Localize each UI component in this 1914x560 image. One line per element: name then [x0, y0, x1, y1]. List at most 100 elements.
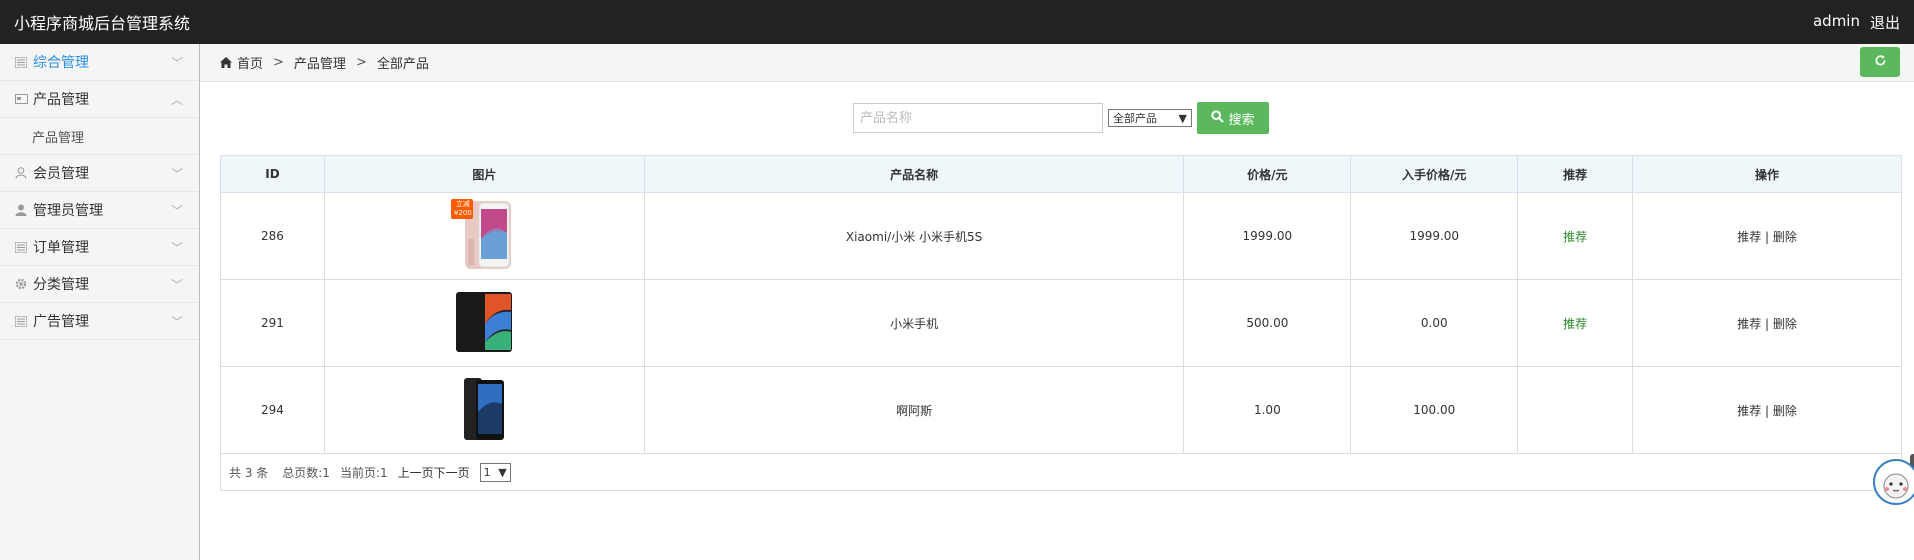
page-select[interactable]: 1 ▼ — [479, 462, 511, 482]
product-table: ID 图片 产品名称 价格/元 入手价格/元 推荐 操作 286 立减 ¥200… — [220, 155, 1902, 491]
sidebar: 综合管理 ﹀ 产品管理 ︿ 产品管理 会员管理 ﹀ 管理员管理 ﹀ 订单管理 ﹀… — [0, 44, 200, 560]
logout-link[interactable]: 退出 — [1870, 12, 1900, 33]
search-input[interactable] — [853, 103, 1103, 133]
ops-separator: | — [1765, 229, 1770, 244]
promo-badge-bottom: ¥200 — [453, 208, 472, 217]
table-header-row: ID 图片 产品名称 价格/元 入手价格/元 推荐 操作 — [220, 155, 1902, 193]
table-row: 291 小米手机 500.00 0.00 推荐 推荐 | 删除 — [220, 279, 1902, 367]
product-image[interactable]: 立减 ¥200 — [451, 198, 517, 274]
category-select[interactable]: 全部产品 ▼ — [1108, 109, 1192, 127]
sidebar-item-label: 会员管理 — [33, 166, 89, 182]
breadcrumb-separator: > — [355, 55, 367, 70]
recommend-link[interactable]: 推荐 — [1737, 230, 1761, 244]
pager-prev-next[interactable]: 上一页下一页 — [398, 464, 470, 481]
refresh-button[interactable] — [1860, 47, 1900, 77]
chevron-down-icon: ﹀ — [170, 314, 183, 329]
column-header-name[interactable]: 产品名称 — [643, 155, 1185, 193]
sidebar-item-label: 管理员管理 — [33, 203, 103, 219]
cell-image: 立减 ¥200 — [323, 192, 645, 280]
sidebar-item-orders[interactable]: 订单管理 ﹀ — [0, 229, 199, 266]
username-link[interactable]: admin — [1813, 12, 1860, 33]
table-row: 286 立减 ¥200 Xiaomi/小米 小米手机5S 1999.00 199… — [220, 192, 1902, 280]
cell-recommend: 推荐 — [1517, 192, 1634, 280]
column-header-price[interactable]: 价格/元 — [1183, 155, 1352, 193]
cell-name: Xiaomi/小米 小米手机5S — [643, 192, 1185, 280]
sidebar-item-admins[interactable]: 管理员管理 ﹀ — [0, 192, 199, 229]
main-content: 首页 > 产品管理 > 全部产品 全部产品 ▼ 搜索 — [200, 44, 1914, 560]
product-image[interactable] — [462, 376, 506, 445]
search-icon — [1211, 109, 1225, 127]
sidebar-item-label: 广告管理 — [33, 314, 89, 330]
chevron-down-icon: ﹀ — [170, 166, 183, 181]
breadcrumb-all-products: 全部产品 — [376, 57, 429, 72]
cell-in-price: 1999.00 — [1350, 192, 1519, 280]
delete-link[interactable]: 删除 — [1773, 404, 1797, 418]
caret-down-icon: ▼ — [1178, 111, 1187, 125]
cell-name: 小米手机 — [643, 279, 1185, 367]
caret-down-icon: ▼ — [498, 465, 507, 479]
breadcrumb-home[interactable]: 首页 — [237, 53, 263, 72]
sidebar-item-label: 综合管理 — [33, 55, 89, 71]
cell-id: 294 — [220, 366, 325, 454]
top-bar: 小程序商城后台管理系统 admin 退出 — [0, 0, 1914, 44]
column-header-image: 图片 — [323, 155, 645, 193]
user-outline-icon — [14, 167, 28, 179]
chevron-down-icon: ﹀ — [170, 55, 183, 70]
mascot-icon — [1870, 454, 1914, 510]
cell-ops: 推荐 | 删除 — [1632, 279, 1902, 367]
cell-image — [323, 279, 645, 367]
chevron-down-icon: ﹀ — [170, 240, 183, 255]
pager-current: 当前页:1 — [339, 465, 388, 480]
cell-id: 286 — [220, 192, 325, 280]
search-button[interactable]: 搜索 — [1197, 102, 1269, 134]
list-icon — [14, 56, 28, 68]
sidebar-item-label: 订单管理 — [33, 240, 89, 256]
product-image[interactable] — [455, 290, 513, 357]
delete-link[interactable]: 删除 — [1773, 230, 1797, 244]
refresh-icon — [1874, 54, 1887, 71]
card-icon — [14, 93, 28, 105]
user-icon — [14, 204, 28, 216]
cell-recommend: 推荐 — [1517, 279, 1634, 367]
promo-badge: 立减 ¥200 — [452, 200, 473, 218]
floating-assistant-widget[interactable] — [1870, 454, 1914, 506]
cell-price: 500.00 — [1183, 279, 1352, 367]
cell-name: 啊阿斯 — [643, 366, 1185, 454]
app-title: 小程序商城后台管理系统 — [14, 14, 191, 33]
cell-price: 1.00 — [1183, 366, 1352, 454]
sidebar-subitem-product-manage[interactable]: 产品管理 — [0, 118, 199, 155]
cell-in-price: 100.00 — [1350, 366, 1519, 454]
page-select-value: 1 — [483, 465, 491, 479]
category-select-value: 全部产品 — [1113, 112, 1157, 125]
cell-in-price: 0.00 — [1350, 279, 1519, 367]
delete-link[interactable]: 删除 — [1773, 317, 1797, 331]
chevron-down-icon: ﹀ — [170, 203, 183, 218]
breadcrumb-products[interactable]: 产品管理 — [294, 53, 346, 72]
sidebar-item-ads[interactable]: 广告管理 ﹀ — [0, 303, 199, 340]
cell-recommend — [1517, 366, 1634, 454]
recommend-link[interactable]: 推荐 — [1737, 317, 1761, 331]
sidebar-item-members[interactable]: 会员管理 ﹀ — [0, 155, 199, 192]
recommend-link[interactable]: 推荐 — [1737, 404, 1761, 418]
sidebar-item-general[interactable]: 综合管理 ﹀ — [0, 44, 199, 81]
user-area: admin 退出 — [1813, 12, 1900, 33]
gear-icon — [14, 278, 28, 290]
breadcrumb: 首页 > 产品管理 > 全部产品 — [200, 44, 1914, 82]
search-button-label: 搜索 — [1228, 112, 1255, 128]
cell-ops: 推荐 | 删除 — [1632, 192, 1902, 280]
search-bar: 全部产品 ▼ 搜索 — [853, 102, 1269, 134]
chevron-down-icon: ﹀ — [170, 277, 183, 292]
promo-badge-top: 立减 — [455, 199, 470, 208]
column-header-in-price[interactable]: 入手价格/元 — [1350, 155, 1519, 193]
cell-image — [323, 366, 645, 454]
cell-id: 291 — [220, 279, 325, 367]
sidebar-item-categories[interactable]: 分类管理 ﹀ — [0, 266, 199, 303]
pager-total: 共 3 条 — [229, 465, 269, 480]
sidebar-item-label: 产品管理 — [33, 92, 89, 108]
sidebar-item-products[interactable]: 产品管理 ︿ — [0, 81, 199, 118]
pagination: 共 3 条 总页数:1 当前页:1 上一页下一页 1 ▼ — [220, 454, 1902, 491]
pager-pages: 总页数:1 — [282, 465, 330, 480]
chevron-up-icon: ︿ — [170, 92, 183, 107]
column-header-id[interactable]: ID — [220, 155, 325, 193]
column-header-recommend: 推荐 — [1517, 155, 1634, 193]
